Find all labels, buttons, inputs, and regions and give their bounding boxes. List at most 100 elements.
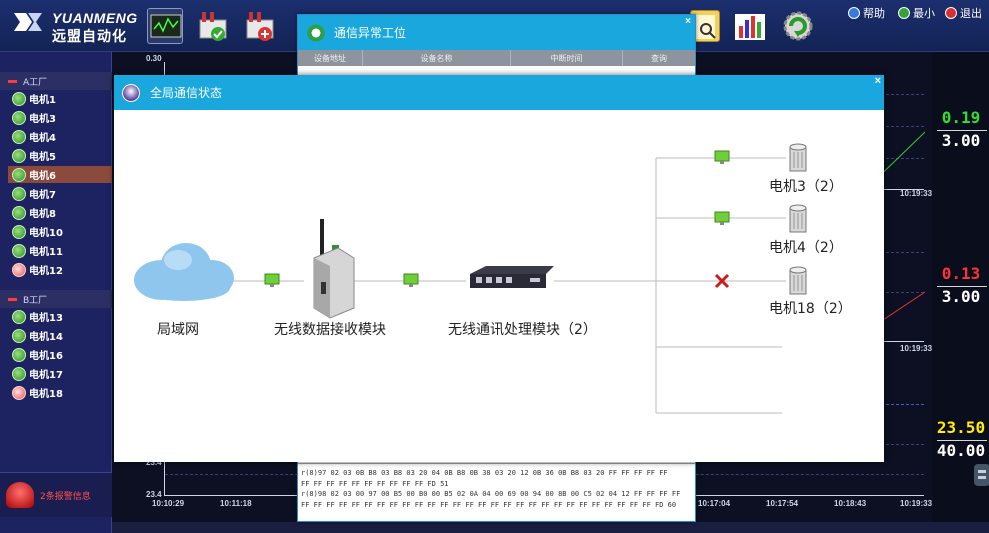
comm-dialog-title: 通信异常工位 xyxy=(334,26,407,40)
help-label: 帮助 xyxy=(863,7,885,20)
factory-ok-tool-button[interactable] xyxy=(196,8,232,44)
x-tick-label: 10:18:43 xyxy=(834,499,867,508)
sidebar-motor-item[interactable]: 电机1 xyxy=(12,90,56,107)
log-line: r(8)98 02 03 00 97 00 B5 00 B0 00 B5 02 … xyxy=(301,490,681,498)
motor-item-label: 电机11 xyxy=(29,247,63,258)
gear-refresh-icon xyxy=(783,11,813,41)
motor-device-icon xyxy=(789,143,807,172)
sidebar-motor-item[interactable]: 电机3 xyxy=(12,109,56,126)
motor-ok-icon xyxy=(12,91,26,106)
motor-alarm-icon xyxy=(12,385,26,400)
sidebar-motor-item[interactable]: 电机7 xyxy=(12,185,56,202)
motor-ok-icon xyxy=(12,186,26,201)
sidebar-motor-item[interactable]: 电机17 xyxy=(12,365,63,382)
logo-text-en: YUANMENG xyxy=(52,10,138,26)
motor-item-label: 电机12 xyxy=(29,266,63,277)
node-label-motor-b[interactable]: 电机4（2） xyxy=(769,237,843,257)
monitor-icon xyxy=(150,14,182,38)
logo-text-cn: 远盟自动化 xyxy=(52,29,127,45)
motor-device-icon xyxy=(789,266,807,295)
log-line: FF FF FF FF FF FF FF FF FF FF FF FF FF F… xyxy=(301,500,677,509)
col-interrupt-time[interactable]: 中断时间 xyxy=(511,50,623,66)
value-readout-panel: 0.19 3.00 0.13 3.00 23.50 40.00 xyxy=(932,52,989,533)
comm-dialog-titlebar[interactable]: 通信异常工位 xyxy=(298,15,695,50)
exit-link[interactable]: 退出 xyxy=(945,5,982,21)
sidebar-motor-item[interactable]: 电机12 xyxy=(12,261,63,278)
x-tick-label: 10:10:29 xyxy=(152,499,185,508)
motor-ok-icon xyxy=(12,243,26,258)
x-tick-label: 10:17:04 xyxy=(698,499,731,508)
motor-ok-icon xyxy=(12,309,26,324)
readout-2-current: 0.13 xyxy=(941,264,981,283)
report-tool-button[interactable] xyxy=(732,8,768,44)
node-label-motor-a[interactable]: 电机3（2） xyxy=(769,176,843,196)
alarm-count-text: 2条报警信息 xyxy=(40,491,91,502)
minimize-link[interactable]: 最小 xyxy=(898,5,935,21)
power-icon xyxy=(945,7,957,19)
x-tick-label: 10:11:18 xyxy=(220,499,252,508)
node-label-processor: 无线通讯处理模块（2） xyxy=(448,322,597,338)
factory-add-icon xyxy=(246,12,274,41)
help-link[interactable]: 帮助 xyxy=(848,5,885,21)
link-ok-monitor-icon xyxy=(714,150,730,164)
readout-3-current: 23.50 xyxy=(936,418,986,437)
global-dialog-titlebar[interactable]: 全局通信状态 xyxy=(114,75,884,110)
group-a-header[interactable]: A工厂 xyxy=(0,72,112,90)
sidebar-motor-item[interactable]: 电机13 xyxy=(12,308,63,325)
log-line: FF FF FF FF FF FF FF FF FF FF FD 51 xyxy=(301,479,449,488)
sidebar-motor-item[interactable]: 电机4 xyxy=(12,128,56,145)
motor-item-label: 电机13 xyxy=(29,313,63,324)
global-dialog-title: 全局通信状态 xyxy=(150,86,223,100)
log-line: r(8)97 02 03 0B B8 03 B8 03 20 04 0B B8 … xyxy=(301,469,668,477)
sidebar-motor-item[interactable]: 电机8 xyxy=(12,204,56,221)
motor-item-label: 电机17 xyxy=(29,370,63,381)
y-tick-top-max: 0.30 xyxy=(146,54,162,63)
motor-item-label: 电机7 xyxy=(29,190,56,201)
sidebar-motor-item[interactable]: 电机6 xyxy=(8,166,112,183)
motor-tree-sidebar: A工厂 电机1 电机3 电机4 电机5 电机6 电机7 电机8 电机10 电机11 电机12 B工… xyxy=(0,52,112,533)
global-comm-status-dialog: 全局通信状态 × 局域网 无线数据接收模块 无线通讯处理模块（2） 电机3（2）… xyxy=(114,75,884,462)
motor-item-label: 电机1 xyxy=(29,95,56,106)
refresh-tool-button[interactable] xyxy=(780,8,816,44)
factory-add-tool-button[interactable] xyxy=(243,8,279,44)
motor-item-label: 电机16 xyxy=(29,351,63,362)
col-device-name[interactable]: 设备名称 xyxy=(363,50,511,66)
bottom-status-strip xyxy=(112,522,989,533)
sidebar-motor-item[interactable]: 电机18 xyxy=(12,384,63,401)
side-panel-handle-icon[interactable] xyxy=(972,460,989,490)
global-dialog-close-button[interactable]: × xyxy=(875,75,881,87)
group-b-label: B工厂 xyxy=(23,295,48,306)
monitor-tool-button[interactable] xyxy=(147,8,183,44)
network-topology-diagram xyxy=(134,143,807,414)
motor-item-label: 电机5 xyxy=(29,152,56,163)
sidebar-motor-item[interactable]: 电机16 xyxy=(12,346,63,363)
motor-item-label: 电机3 xyxy=(29,114,56,125)
col-device-address[interactable]: 设备地址 xyxy=(298,50,363,66)
comm-dialog-close-button[interactable]: × xyxy=(685,16,691,27)
readout-2-limit: 3.00 xyxy=(941,287,981,306)
alarm-indicator[interactable]: 2条报警信息 xyxy=(0,472,112,517)
motor-ok-icon xyxy=(12,110,26,125)
group-a-label: A工厂 xyxy=(23,77,48,88)
x-tick-right-1: 10:19:33 xyxy=(900,189,933,198)
wireless-processor-icon xyxy=(470,266,554,288)
col-query[interactable]: 查询 xyxy=(623,50,695,66)
group-b-header[interactable]: B工厂 xyxy=(0,290,112,308)
link-ok-monitor-icon xyxy=(403,273,419,287)
yuanmeng-logo: YUANMENG 远盟自动化 xyxy=(12,8,142,45)
app-window: YUANMENG 远盟自动化 帮助 最小 退出 A工厂 电机1 电机3 电机4 … xyxy=(0,0,989,533)
sidebar-motor-item[interactable]: 电机5 xyxy=(12,147,56,164)
bar-chart-icon xyxy=(735,14,765,40)
sidebar-motor-item[interactable]: 电机10 xyxy=(12,223,63,240)
motor-device-icon xyxy=(789,204,807,233)
comm-table-header: 设备地址 设备名称 中断时间 查询 xyxy=(298,50,695,66)
readout-1-current: 0.19 xyxy=(941,108,981,127)
settings-gear-icon xyxy=(306,22,326,43)
readout-3-limit: 40.00 xyxy=(936,441,986,460)
motor-alarm-icon xyxy=(12,262,26,277)
sidebar-motor-item[interactable]: 电机11 xyxy=(12,242,63,259)
minimize-icon xyxy=(898,7,910,19)
node-label-motor-c[interactable]: 电机18（2） xyxy=(769,298,852,318)
sidebar-motor-item[interactable]: 电机14 xyxy=(12,327,63,344)
exit-label: 退出 xyxy=(960,7,982,20)
